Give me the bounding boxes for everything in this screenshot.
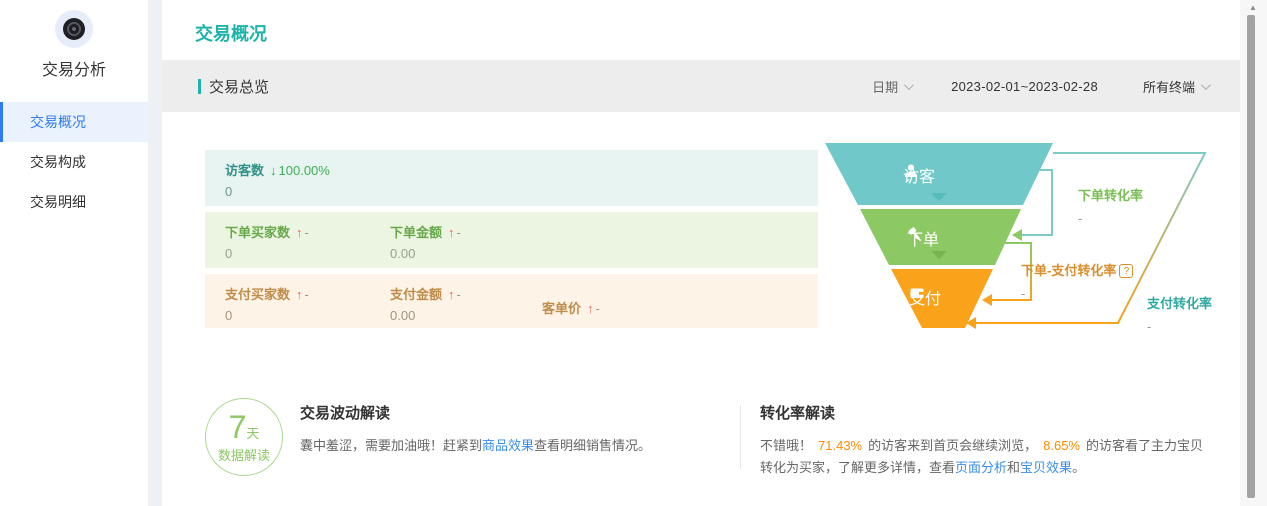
stat-value: 0 — [225, 246, 309, 261]
conversion-value: - — [1078, 211, 1143, 226]
help-icon[interactable]: ? — [1119, 264, 1133, 278]
conversion-order-pay-rate: 下单-支付转化率? - — [1021, 260, 1133, 301]
sidebar-title: 交易分析 — [0, 56, 148, 80]
page-header: 交易概况 — [162, 0, 1240, 60]
page-analysis-link[interactable]: 页面分析 — [955, 460, 1007, 475]
stat-change: - — [305, 287, 309, 302]
section-title: 交易总览 — [198, 76, 269, 97]
main-panel: 交易概况 交易总览 日期 2023-02-01~2023-02-28 所有终端 … — [162, 0, 1240, 506]
stat-value: 0 — [225, 308, 309, 323]
scrollbar-thumb[interactable] — [1247, 15, 1255, 498]
stat-value: 0 — [225, 184, 330, 199]
stat-change: - — [596, 301, 600, 316]
insight-text-after: 查看明细销售情况。 — [534, 438, 651, 453]
toolbar-filters: 日期 2023-02-01~2023-02-28 所有终端 — [872, 77, 1208, 96]
trend-up-icon: ↑ — [448, 287, 455, 302]
content-area: 访客数↓100.00% 0 下单买家数↑- 0 下单金额↑- 0.00 支付买家… — [162, 112, 1240, 506]
insight-title: 交易波动解读 — [300, 402, 730, 423]
percent-highlight: 71.43% — [818, 438, 862, 453]
stat-label: 支付金额 — [390, 287, 442, 302]
trend-up-icon: ↑ — [587, 301, 594, 316]
person-icon — [903, 163, 919, 179]
terminal-filter-dropdown[interactable]: 所有终端 — [1143, 77, 1195, 96]
order-stat-row: 下单买家数↑- 0 下单金额↑- 0.00 — [205, 212, 818, 268]
stat-value: 0.00 — [390, 308, 461, 323]
stat-label: 下单金额 — [390, 225, 442, 240]
insight-text: 不错哦！71.43%的访客来到首页会继续浏览，8.65%的访客看了主力宝贝转化为… — [760, 435, 1205, 479]
item-effect-link[interactable]: 宝贝效果 — [1020, 460, 1072, 475]
trend-down-icon: ↓ — [270, 163, 277, 178]
stat-value: 0.00 — [390, 246, 461, 261]
stat-label: 下单买家数 — [225, 225, 290, 240]
vertical-scrollbar[interactable]: ▲ — [1240, 0, 1267, 506]
stat-change: - — [305, 225, 309, 240]
stat-card-order-amount: 下单金额 ↑- 0.00 — [390, 222, 461, 261]
sidebar-item-trade-composition[interactable]: 交易构成 — [0, 142, 148, 182]
conversion-label: 下单-支付转化率 — [1021, 263, 1116, 278]
badge-number: 7 — [229, 409, 247, 445]
stat-change: - — [457, 287, 461, 302]
insight-seg: 不错哦！ — [760, 438, 812, 453]
date-filter-dropdown[interactable]: 日期 — [872, 77, 898, 96]
date-range-value[interactable]: 2023-02-01~2023-02-28 — [951, 79, 1098, 94]
funnel-stage-visitor: 访客 — [903, 163, 935, 187]
product-effect-link[interactable]: 商品效果 — [482, 438, 534, 453]
wallet-icon — [909, 285, 925, 301]
gavel-icon — [907, 226, 923, 242]
stat-change: 100.00% — [279, 163, 330, 178]
visitor-stat-row: 访客数 ↓100.00% 0 — [205, 150, 818, 206]
app-logo-icon — [55, 10, 93, 48]
chevron-down-icon[interactable] — [904, 80, 914, 90]
stat-label: 客单价 — [542, 301, 581, 316]
trend-up-icon: ↑ — [296, 287, 303, 302]
logo-lens-icon — [63, 18, 85, 40]
insight-title: 转化率解读 — [760, 402, 1205, 423]
stat-card-pay-buyers: 支付买家数 ↑- 0 — [225, 284, 309, 323]
insight-text-before: 囊中羞涩，需要加油哦！赶紧到 — [300, 438, 482, 453]
conversion-label: 下单转化率 — [1078, 188, 1143, 203]
stat-card-pay-amount: 支付金额 ↑- 0.00 — [390, 284, 461, 323]
stat-change: - — [457, 225, 461, 240]
conversion-funnel-chart: 访客 下单 支付 下单转化率 - 下单-支付转化率? - 支付转化率 - — [825, 143, 1240, 348]
chevron-down-icon[interactable] — [1201, 80, 1211, 90]
badge-unit: 天 — [246, 426, 259, 441]
badge-caption: 数据解读 — [206, 445, 282, 464]
conversion-rate-insight: 转化率解读 不错哦！71.43%的访客来到首页会继续浏览，8.65%的访客看了主… — [760, 402, 1205, 479]
trade-fluctuation-insight: 交易波动解读 囊中羞涩，需要加油哦！赶紧到商品效果查看明细销售情况。 — [300, 402, 730, 457]
insight-text: 囊中羞涩，需要加油哦！赶紧到商品效果查看明细销售情况。 — [300, 435, 730, 457]
sidebar-menu: 交易概况 交易构成 交易明细 — [0, 102, 148, 222]
funnel-stage-order: 下单 — [907, 226, 939, 250]
stat-label: 支付买家数 — [225, 287, 290, 302]
percent-highlight: 8.65% — [1043, 438, 1080, 453]
stat-card-order-buyers: 下单买家数 ↑- 0 — [225, 222, 309, 261]
trend-up-icon: ↑ — [296, 225, 303, 240]
conversion-value: - — [1147, 319, 1212, 334]
seven-day-badge: 7天 数据解读 — [205, 398, 283, 476]
pay-stat-row: 支付买家数↑- 0 支付金额↑- 0.00 客单价↑- — [205, 274, 818, 328]
insight-seg: 。 — [1072, 460, 1085, 475]
conversion-pay-rate: 支付转化率 - — [1147, 293, 1212, 334]
stat-label: 访客数 — [225, 163, 264, 178]
page-title: 交易概况 — [195, 20, 1240, 46]
sidebar: 交易分析 交易概况 交易构成 交易明细 — [0, 0, 148, 506]
insight-seg: 和 — [1007, 460, 1020, 475]
scroll-up-icon[interactable]: ▲ — [1249, 3, 1257, 12]
stat-card-visitors: 访客数 ↓100.00% 0 — [225, 160, 330, 199]
insight-seg: 的访客来到首页会继续浏览， — [868, 438, 1037, 453]
sidebar-item-trade-overview[interactable]: 交易概况 — [0, 102, 148, 142]
conversion-label: 支付转化率 — [1147, 296, 1212, 311]
sidebar-item-trade-detail[interactable]: 交易明细 — [0, 182, 148, 222]
section-title-text: 交易总览 — [209, 76, 269, 97]
conversion-value: - — [1021, 286, 1133, 301]
insight-divider — [740, 405, 741, 469]
title-accent-bar — [198, 79, 201, 94]
trend-up-icon: ↑ — [448, 225, 455, 240]
funnel-stage-pay: 支付 — [909, 285, 941, 309]
conversion-order-rate: 下单转化率 - — [1078, 185, 1143, 226]
stat-card-per-customer: 客单价 ↑- — [542, 298, 600, 317]
section-toolbar: 交易总览 日期 2023-02-01~2023-02-28 所有终端 — [162, 60, 1240, 112]
